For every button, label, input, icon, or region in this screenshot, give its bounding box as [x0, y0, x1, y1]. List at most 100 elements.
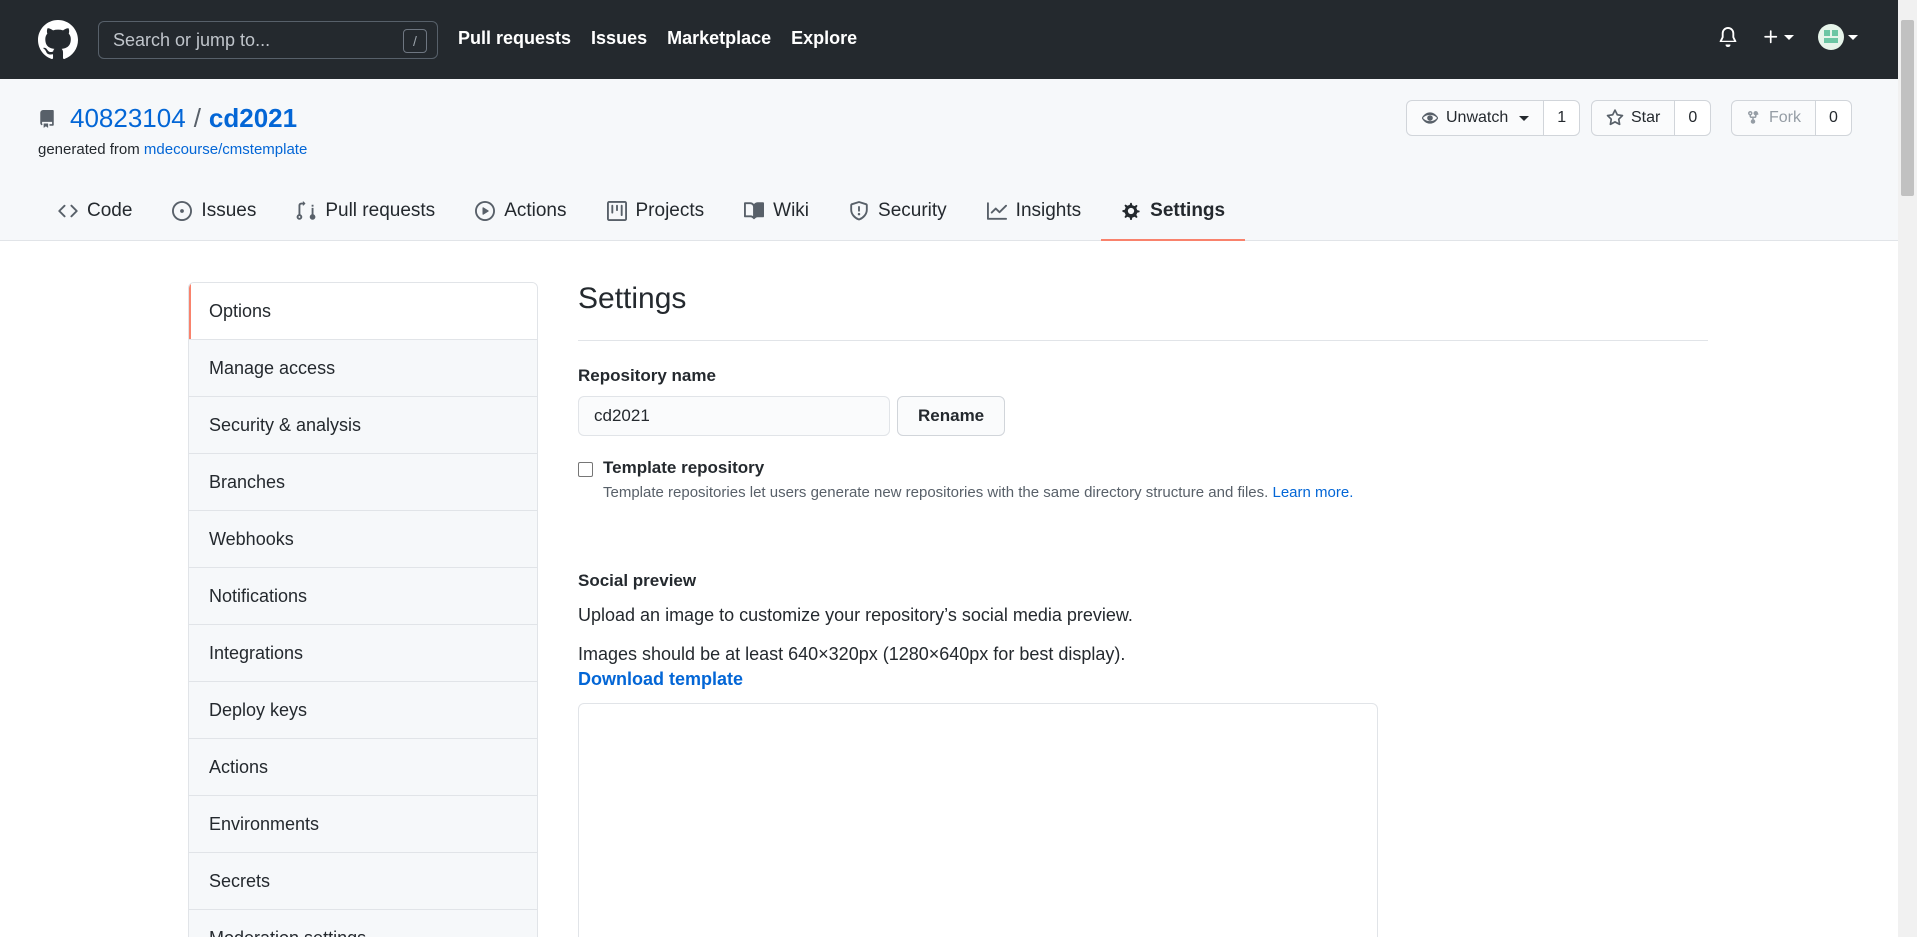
tab-issues[interactable]: Issues [152, 181, 276, 241]
repo-tabs: Code Issues Pull requests Actions Projec… [38, 181, 1246, 241]
settings-sidebar: Options Manage access Security & analysi… [188, 282, 538, 937]
code-icon [58, 204, 78, 218]
path-separator: / [193, 103, 201, 133]
sidebar-item-integrations[interactable]: Integrations [189, 625, 537, 682]
notifications-bell-icon[interactable] [1718, 26, 1738, 48]
nav-explore[interactable]: Explore [791, 28, 857, 49]
template-repository-note: Template repositories let users generate… [603, 484, 1353, 501]
sidebar-item-secrets[interactable]: Secrets [189, 853, 537, 910]
page-title: Settings [578, 282, 1708, 341]
template-repository-label[interactable]: Template repository [603, 458, 1353, 478]
sidebar-item-security-analysis[interactable]: Security & analysis [189, 397, 537, 454]
nav-marketplace[interactable]: Marketplace [667, 28, 771, 49]
gear-icon [1122, 202, 1140, 221]
generated-from-prefix: generated from [38, 141, 144, 158]
search-box[interactable]: / [98, 21, 438, 59]
rename-row: Rename [578, 396, 1708, 436]
sidebar-item-notifications[interactable]: Notifications [189, 568, 537, 625]
watchers-count[interactable]: 1 [1544, 100, 1581, 136]
tab-label: Actions [504, 200, 567, 221]
issue-icon [172, 201, 193, 221]
graph-icon [986, 202, 1007, 220]
nav-pull-requests[interactable]: Pull requests [458, 28, 571, 49]
tab-label: Security [878, 200, 947, 221]
sidebar-item-options[interactable]: Options [189, 283, 537, 340]
star-label: Star [1631, 109, 1661, 126]
rename-button[interactable]: Rename [897, 396, 1006, 436]
star-button-group: Star 0 [1591, 100, 1712, 136]
forks-count[interactable]: 0 [1816, 100, 1852, 136]
user-avatar-menu[interactable] [1818, 24, 1858, 50]
repo-owner-link[interactable]: 40823104 [70, 103, 186, 134]
chevron-down-icon [1848, 34, 1858, 40]
repo-icon [40, 109, 54, 128]
generated-from-note: generated from mdecourse/cmstemplate [38, 141, 307, 158]
unwatch-button[interactable]: Unwatch [1406, 100, 1545, 136]
book-icon [744, 202, 765, 220]
tab-label: Issues [201, 200, 257, 221]
global-header: / Pull requests Issues Marketplace Explo… [0, 0, 1898, 79]
search-input[interactable] [99, 22, 437, 58]
shield-icon [850, 201, 868, 221]
repository-header: 40823104 / cd2021 generated from mdecour… [0, 79, 1898, 241]
template-repository-checkbox[interactable] [578, 462, 593, 477]
tab-actions[interactable]: Actions [455, 181, 586, 241]
sidebar-item-manage-access[interactable]: Manage access [189, 340, 537, 397]
social-preview-image-box[interactable] [578, 703, 1378, 937]
tab-pull-requests[interactable]: Pull requests [276, 181, 455, 241]
page-scrollbar[interactable] [1898, 0, 1917, 937]
watch-button-group: Unwatch 1 [1406, 100, 1581, 136]
tab-label: Pull requests [325, 200, 436, 221]
sidebar-item-branches[interactable]: Branches [189, 454, 537, 511]
project-icon [606, 201, 627, 221]
download-template-link[interactable]: Download template [578, 669, 1708, 690]
create-new-plus-icon[interactable] [1762, 28, 1794, 46]
tab-projects[interactable]: Projects [587, 181, 725, 241]
tab-insights[interactable]: Insights [967, 181, 1101, 241]
tab-settings[interactable]: Settings [1101, 181, 1246, 241]
fork-button-group: Fork 0 [1731, 100, 1852, 136]
tab-label: Code [87, 200, 133, 221]
repository-name-label: Repository name [578, 366, 716, 385]
repo-title: 40823104 / cd2021 [38, 103, 297, 134]
tab-label: Projects [635, 200, 705, 221]
avatar [1818, 24, 1844, 50]
social-preview-label: Social preview [578, 571, 697, 590]
slash-shortcut-key: / [403, 29, 427, 53]
social-preview-section: Social preview Upload an image to custom… [578, 571, 1708, 937]
sidebar-item-environments[interactable]: Environments [189, 796, 537, 853]
tab-label: Settings [1150, 200, 1226, 221]
sidebar-item-webhooks[interactable]: Webhooks [189, 511, 537, 568]
sidebar-item-moderation-settings[interactable]: Moderation settings [189, 910, 537, 937]
template-repository-option: Template repository Template repositorie… [578, 458, 1708, 501]
sidebar-item-deploy-keys[interactable]: Deploy keys [189, 682, 537, 739]
tab-code[interactable]: Code [38, 181, 152, 241]
repository-name-input[interactable] [578, 396, 890, 436]
scrollbar-thumb[interactable] [1901, 20, 1914, 196]
github-logo-icon[interactable] [38, 20, 78, 60]
repo-name-link[interactable]: cd2021 [209, 103, 297, 134]
fork-button[interactable]: Fork [1731, 100, 1816, 136]
tab-security[interactable]: Security [829, 181, 967, 241]
tab-wiki[interactable]: Wiki [724, 181, 829, 241]
header-actions [1718, 24, 1858, 50]
fork-icon [1748, 110, 1759, 124]
tab-label: Wiki [773, 200, 810, 221]
tab-label: Insights [1015, 200, 1082, 221]
play-icon [475, 201, 496, 221]
nav-issues[interactable]: Issues [591, 28, 647, 49]
settings-main: Settings Repository name Rename Template… [578, 282, 1708, 937]
learn-more-link[interactable]: Learn more. [1272, 484, 1353, 501]
chevron-down-icon [1784, 34, 1794, 40]
star-button[interactable]: Star [1591, 100, 1676, 136]
template-note-text: Template repositories let users generate… [603, 484, 1273, 501]
fork-label: Fork [1769, 109, 1801, 126]
global-nav: Pull requests Issues Marketplace Explore [458, 28, 857, 49]
star-icon [1606, 109, 1624, 126]
template-source-link[interactable]: mdecourse/cmstemplate [144, 141, 307, 158]
image-size-note: Images should be at least 640×320px (128… [578, 644, 1126, 664]
stars-count[interactable]: 0 [1675, 100, 1712, 136]
unwatch-label: Unwatch [1446, 109, 1509, 126]
sidebar-item-actions[interactable]: Actions [189, 739, 537, 796]
social-preview-description: Upload an image to customize your reposi… [578, 605, 1133, 625]
